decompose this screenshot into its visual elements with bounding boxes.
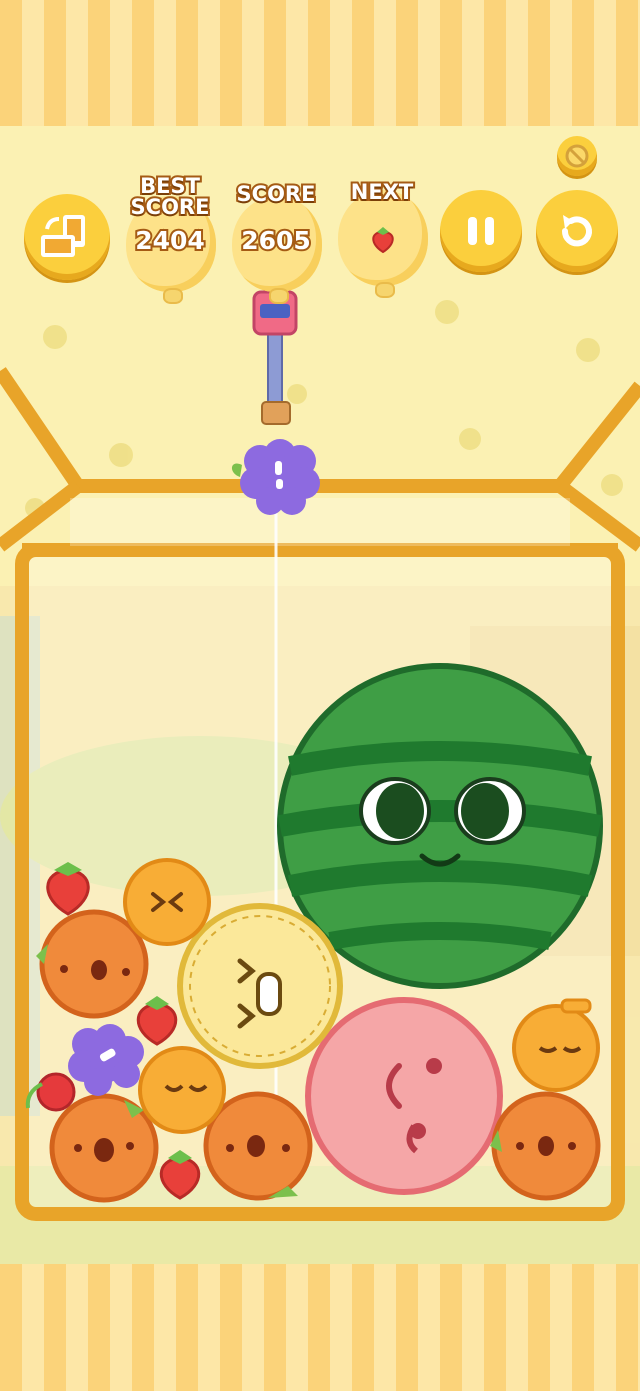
next-label: NEXT (349, 180, 415, 205)
pause-icon (468, 217, 494, 245)
rotate-device-button[interactable] (24, 194, 110, 280)
orange-3 (203, 1091, 313, 1201)
bottom-stripe-band (0, 1264, 640, 1391)
no-ads-icon (565, 144, 589, 168)
score-value: 2605 (239, 224, 313, 257)
rotate-device-icon (41, 215, 85, 257)
next-strawberry-icon (372, 227, 394, 254)
watermelon (277, 663, 603, 989)
top-stripe-band (0, 0, 640, 126)
game-scene (0, 290, 640, 1264)
playfield[interactable] (0, 126, 640, 1264)
restart-icon (561, 215, 592, 247)
best-score-value: 2404 (133, 224, 207, 257)
no-ads-button[interactable] (557, 136, 597, 176)
orange-4 (490, 1091, 601, 1201)
restart-button[interactable] (536, 190, 618, 272)
melon (177, 903, 343, 1069)
tangerine-2 (138, 1046, 226, 1134)
orange-2 (49, 1093, 159, 1203)
tangerine-1 (123, 858, 211, 946)
peach (305, 997, 503, 1195)
claw-dropper (252, 290, 298, 425)
pause-button[interactable] (440, 190, 522, 272)
